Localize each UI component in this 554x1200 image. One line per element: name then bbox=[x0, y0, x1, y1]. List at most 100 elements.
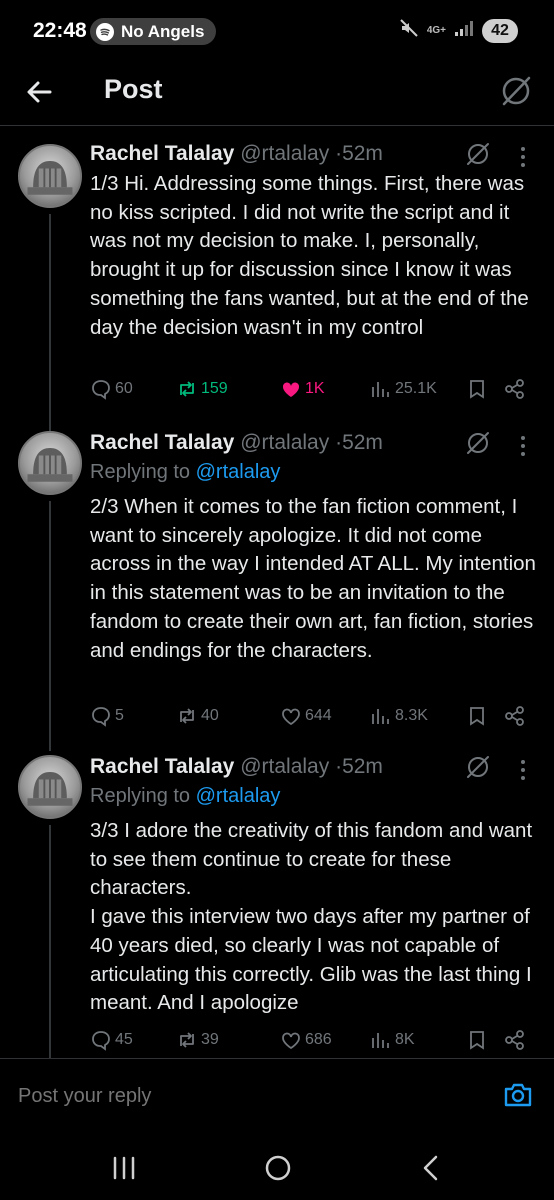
grok-icon[interactable] bbox=[464, 140, 492, 168]
share-icon[interactable] bbox=[504, 705, 526, 727]
post-header: Rachel Talalay @rtalalay ·52m bbox=[90, 431, 383, 455]
now-playing-pill[interactable]: No Angels bbox=[90, 18, 217, 45]
replying-to: Replying to @rtalalay bbox=[90, 461, 280, 484]
grok-icon[interactable] bbox=[464, 753, 492, 781]
view-count: 8K bbox=[395, 1031, 415, 1048]
reply-icon bbox=[92, 707, 110, 727]
now-playing-title: No Angels bbox=[121, 21, 205, 41]
battery-indicator: 42 bbox=[482, 18, 518, 43]
status-time: 22:48 bbox=[33, 19, 87, 42]
avatar[interactable] bbox=[18, 755, 82, 819]
replying-to-mention[interactable]: @rtalalay bbox=[196, 785, 281, 807]
views-button[interactable]: 8.3K bbox=[370, 705, 428, 727]
post-actions: 5 40 644 8.3K bbox=[90, 705, 530, 735]
author-name[interactable]: Rachel Talalay bbox=[90, 755, 234, 778]
author-handle[interactable]: @rtalalay bbox=[240, 431, 329, 454]
share-icon[interactable] bbox=[504, 378, 526, 400]
author-handle[interactable]: @rtalalay bbox=[240, 142, 329, 165]
heart-icon bbox=[282, 708, 300, 726]
author-name[interactable]: Rachel Talalay bbox=[90, 142, 234, 165]
system-back-button[interactable] bbox=[412, 1148, 452, 1188]
post-text: 1/3 Hi. Addressing some things. First, t… bbox=[90, 172, 529, 339]
repost-count: 40 bbox=[201, 707, 219, 724]
like-button[interactable]: 686 bbox=[280, 1029, 332, 1051]
recent-apps-icon bbox=[113, 1156, 135, 1180]
mute-icon bbox=[399, 18, 419, 43]
more-options-icon[interactable] bbox=[516, 435, 530, 457]
bookmark-icon[interactable] bbox=[466, 1029, 488, 1051]
like-button[interactable]: 644 bbox=[280, 705, 332, 727]
bookmark-icon[interactable] bbox=[466, 705, 488, 727]
post-2[interactable]: Rachel Talalay @rtalalay ·52m Replying t… bbox=[0, 431, 554, 751]
separator-dot: · bbox=[335, 431, 343, 454]
views-chart-icon bbox=[372, 1033, 389, 1048]
heart-filled-icon bbox=[282, 382, 300, 397]
post-actions: 60 159 1K 25.1K bbox=[90, 378, 530, 408]
avatar[interactable] bbox=[18, 431, 82, 495]
status-indicators: 4G+ 42 bbox=[399, 18, 518, 43]
separator-dot: · bbox=[335, 142, 343, 165]
view-count: 8.3K bbox=[395, 707, 428, 724]
spotify-icon bbox=[96, 22, 114, 41]
back-button[interactable] bbox=[22, 74, 58, 110]
repost-count: 159 bbox=[201, 380, 228, 397]
bookmark-icon[interactable] bbox=[466, 378, 488, 400]
reply-count: 60 bbox=[115, 380, 133, 397]
reply-button[interactable]: 45 bbox=[90, 1029, 133, 1051]
views-button[interactable]: 25.1K bbox=[370, 378, 437, 400]
network-label: 4G+ bbox=[426, 24, 446, 36]
post-actions: 45 39 686 8K bbox=[90, 1029, 530, 1059]
reply-icon bbox=[92, 1031, 110, 1051]
grok-button[interactable] bbox=[498, 73, 534, 109]
home-icon bbox=[265, 1155, 291, 1181]
more-options-icon[interactable] bbox=[516, 146, 530, 168]
replying-to-mention[interactable]: @rtalalay bbox=[196, 461, 281, 483]
post-text: 2/3 When it comes to the fan fiction com… bbox=[90, 495, 536, 662]
top-app-bar: Post bbox=[0, 60, 554, 126]
avatar-image bbox=[27, 161, 73, 195]
chevron-left-icon bbox=[423, 1155, 438, 1181]
reply-button[interactable]: 60 bbox=[90, 378, 133, 400]
repost-button[interactable]: 40 bbox=[176, 705, 219, 727]
replying-to: Replying to @rtalalay bbox=[90, 785, 280, 808]
post-time[interactable]: 52m bbox=[342, 142, 383, 165]
page-title: Post bbox=[104, 74, 163, 104]
reply-button[interactable]: 5 bbox=[90, 705, 124, 727]
post-3[interactable]: Rachel Talalay @rtalalay ·52m Replying t… bbox=[0, 755, 554, 1058]
repost-button[interactable]: 159 bbox=[176, 378, 228, 400]
author-name[interactable]: Rachel Talalay bbox=[90, 431, 234, 454]
views-button[interactable]: 8K bbox=[370, 1029, 415, 1051]
views-chart-icon bbox=[372, 709, 389, 724]
signal-icon bbox=[454, 20, 474, 41]
avatar-image bbox=[27, 448, 73, 482]
repost-button[interactable]: 39 bbox=[176, 1029, 219, 1051]
reply-count: 45 bbox=[115, 1031, 133, 1048]
avatar[interactable] bbox=[18, 144, 82, 208]
heart-icon bbox=[282, 1032, 300, 1050]
author-handle[interactable]: @rtalalay bbox=[240, 755, 329, 778]
separator-dot: · bbox=[335, 755, 343, 778]
more-options-icon[interactable] bbox=[516, 759, 530, 781]
home-button[interactable] bbox=[258, 1148, 298, 1188]
arrow-left-icon bbox=[27, 81, 52, 103]
grok-icon bbox=[502, 76, 531, 106]
reply-count: 5 bbox=[115, 707, 124, 724]
thread-connector bbox=[49, 214, 51, 431]
share-icon[interactable] bbox=[504, 1029, 526, 1051]
thread-connector bbox=[49, 825, 51, 1058]
view-count: 25.1K bbox=[395, 380, 437, 397]
reply-input[interactable] bbox=[18, 1085, 418, 1108]
post-text: 3/3 I adore the creativity of this fando… bbox=[90, 819, 533, 1015]
camera-button[interactable] bbox=[502, 1079, 534, 1111]
reply-composer bbox=[0, 1058, 554, 1134]
post-header: Rachel Talalay @rtalalay ·52m bbox=[90, 755, 383, 779]
post-time[interactable]: 52m bbox=[342, 755, 383, 778]
post-time[interactable]: 52m bbox=[342, 431, 383, 454]
grok-icon[interactable] bbox=[464, 429, 492, 457]
recent-apps-button[interactable] bbox=[104, 1148, 144, 1188]
views-chart-icon bbox=[372, 382, 389, 397]
like-count: 644 bbox=[305, 707, 332, 724]
like-button[interactable]: 1K bbox=[280, 378, 325, 400]
repost-icon bbox=[180, 381, 194, 397]
post-1[interactable]: Rachel Talalay @rtalalay ·52m 1/3 Hi. Ad… bbox=[0, 126, 554, 431]
